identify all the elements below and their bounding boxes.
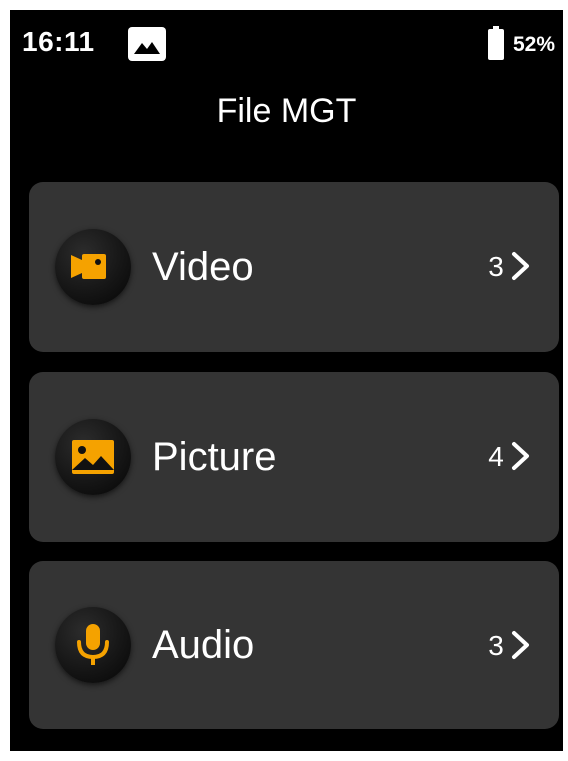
category-count: 4 [488,441,504,472]
chevron-right-icon [509,438,533,474]
video-icon-badge [55,229,131,305]
status-bar: 16:11 52% [10,10,563,74]
picture-icon-badge [55,419,131,495]
category-label: Video [152,245,254,289]
status-time: 16:11 [22,26,95,57]
audio-icon-badge [55,607,131,683]
category-count: 3 [488,630,504,661]
microphone-icon [77,624,109,665]
chevron-right-icon [509,627,533,663]
page-title: File MGT [216,92,357,130]
category-count: 3 [488,251,504,282]
screen: 16:11 52% File MGT Video 3 Picture 4 Aud… [10,10,563,751]
category-label: Audio [152,623,255,667]
category-card-video[interactable]: Video 3 [29,182,559,352]
image-notification-icon [128,27,166,61]
category-card-picture[interactable]: Picture 4 [29,372,559,542]
video-camera-icon [71,254,106,279]
chevron-right-icon [509,248,533,284]
battery-percent: 52% [513,33,556,56]
battery-icon [488,26,504,60]
picture-icon [72,440,114,474]
category-label: Picture [152,435,277,479]
category-card-audio[interactable]: Audio 3 [29,561,559,729]
